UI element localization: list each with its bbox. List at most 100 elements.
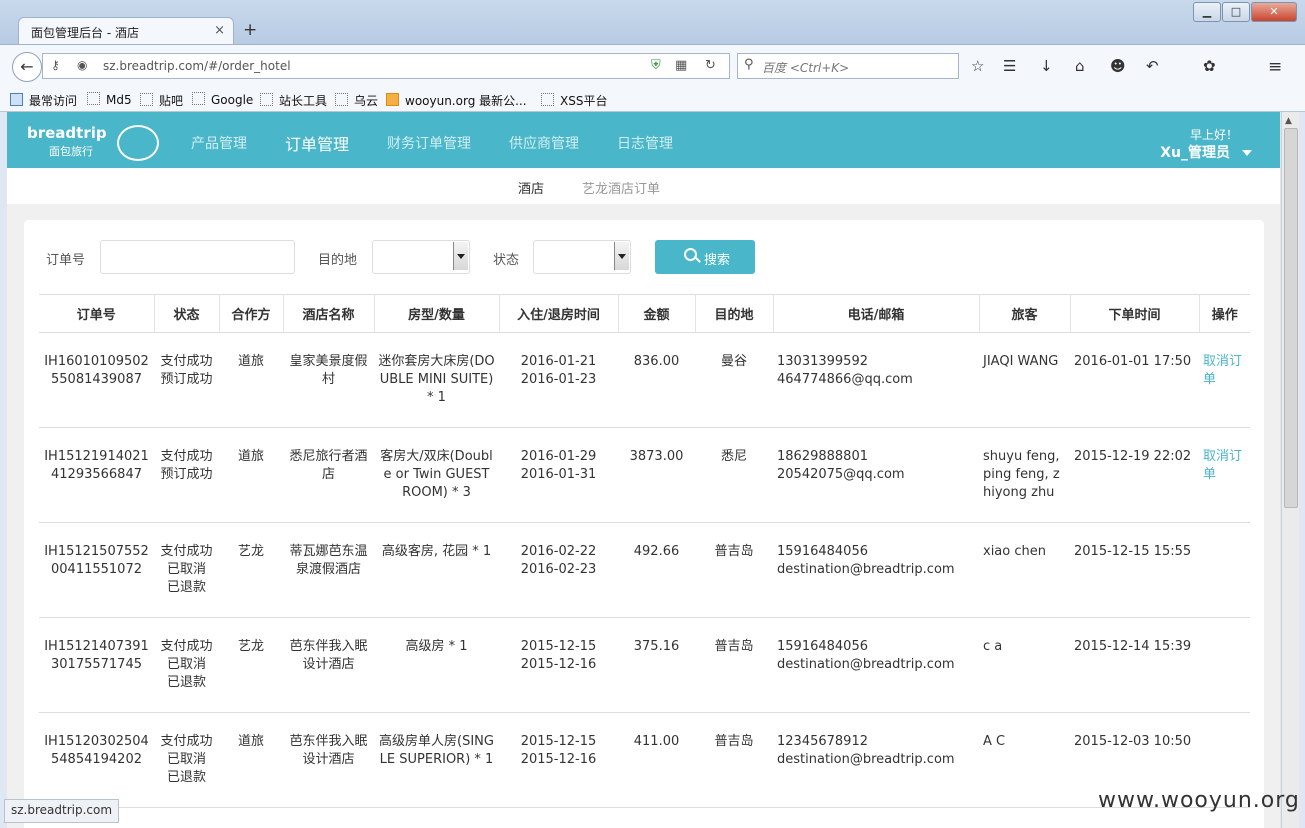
order-time: 2015-12-15 15:55 xyxy=(1070,522,1199,618)
window-controls: ▁ □ ✕ xyxy=(1192,2,1297,22)
bookmark-item[interactable]: 站长工具 xyxy=(260,92,327,109)
url-text[interactable]: sz.breadtrip.com/#/order_hotel xyxy=(103,59,291,73)
row-action xyxy=(1199,522,1250,618)
order-status: 支付成功 预订成功 xyxy=(154,332,219,428)
extension-icon[interactable]: ✿ xyxy=(1203,57,1216,75)
stay-dates: 2016-02-22 2016-02-23 xyxy=(499,522,618,618)
amount: 375.16 xyxy=(618,617,695,713)
contact: 18629888801 20542075@qq.com xyxy=(773,427,979,523)
undo-icon[interactable]: ↶ xyxy=(1146,57,1159,75)
order-no: IH1512140739130175571745 xyxy=(39,617,154,713)
nav-orders[interactable]: 订单管理 xyxy=(285,131,349,155)
partner: 道旅 xyxy=(219,427,283,523)
col-room: 房型/数量 xyxy=(374,294,500,333)
browser-search-placeholder: 百度 <Ctrl+K> xyxy=(762,61,850,75)
order-time: 2015-12-14 15:39 xyxy=(1070,617,1199,713)
star-icon[interactable]: ☆ xyxy=(971,57,984,75)
page-viewport: breadtrip 面包旅行 产品管理 订单管理 财务订单管理 供应商管理 日志… xyxy=(7,112,1280,828)
breadtrip-logo[interactable]: breadtrip 面包旅行 xyxy=(27,124,159,161)
menu-icon[interactable]: ≡ xyxy=(1268,57,1282,77)
back-arrow-icon[interactable]: ← xyxy=(12,52,42,82)
order-no-label: 订单号 xyxy=(46,253,86,268)
bookmark-item[interactable]: 贴吧 xyxy=(140,92,183,109)
guest: shuyu feng, ping feng, zhiyong zhu xyxy=(979,427,1070,523)
order-status: 支付成功 已取消 已退款 xyxy=(154,522,219,618)
maximize-button[interactable]: □ xyxy=(1222,2,1250,22)
chevron-down-icon[interactable] xyxy=(1242,150,1252,156)
orders-card: 订单号 目的地 状态 搜索 订单号 状态 合作方 酒店名称 房型/数量 入住/退… xyxy=(24,220,1264,828)
destination-select[interactable] xyxy=(372,240,470,274)
url-bar[interactable]: ⚷ ◉ sz.breadtrip.com/#/order_hotel ⛨ ▦ ↻ xyxy=(42,53,730,79)
amount: 836.00 xyxy=(618,332,695,428)
search-icon: ⚲ xyxy=(744,57,754,72)
bookmark-item[interactable]: 最常访问 xyxy=(10,92,77,109)
order-status: 支付成功 预订成功 xyxy=(154,427,219,523)
order-time: 2016-01-01 17:50 xyxy=(1070,332,1199,428)
col-amount: 金额 xyxy=(618,294,696,333)
qr-icon[interactable]: ▦ xyxy=(675,58,687,73)
contact: 12345678912 destination@breadtrip.com xyxy=(773,712,979,808)
sub-navigation: 酒店 艺龙酒店订单 xyxy=(7,168,1280,204)
guest: JIAQI WANG xyxy=(979,332,1070,428)
bookmark-item[interactable]: XSS平台 xyxy=(541,92,607,109)
partner: 艺龙 xyxy=(219,617,283,713)
destination: 普吉岛 xyxy=(695,522,773,618)
close-window-button[interactable]: ✕ xyxy=(1251,2,1297,22)
tab-close-icon[interactable]: × xyxy=(214,23,225,38)
table-header-row: 订单号 状态 合作方 酒店名称 房型/数量 入住/退房时间 金额 目的地 电话/… xyxy=(39,294,1250,333)
table-row: IH1512140739130175571745 支付成功 已取消 已退款 艺龙 芭… xyxy=(39,617,1250,713)
download-icon[interactable]: ↓ xyxy=(1040,57,1053,75)
order-no: IH1601010950255081439087 xyxy=(39,332,154,428)
app-header: breadtrip 面包旅行 产品管理 订单管理 财务订单管理 供应商管理 日志… xyxy=(7,112,1280,168)
scroll-thumb[interactable] xyxy=(1284,128,1298,508)
cancel-order-link[interactable]: 取消订单 xyxy=(1203,354,1242,387)
chevron-down-icon xyxy=(453,242,468,270)
search-button[interactable]: 搜索 xyxy=(655,240,755,274)
browser-tab[interactable]: 面包管理后台 - 酒店 × xyxy=(18,17,234,45)
reload-icon[interactable]: ↻ xyxy=(705,58,716,73)
greeting: 早上好！ xyxy=(1189,128,1238,142)
nav-product[interactable]: 产品管理 xyxy=(191,133,247,153)
status-select[interactable] xyxy=(533,240,631,274)
tab-elong-orders[interactable]: 艺龙酒店订单 xyxy=(582,178,660,197)
shield-icon[interactable]: ⛨ xyxy=(651,58,661,73)
bookmark-item[interactable]: Md5 xyxy=(87,92,132,107)
room-type: 客房大/双床(Double or Twin GUEST ROOM) * 3 xyxy=(374,427,499,523)
nav-finance-orders[interactable]: 财务订单管理 xyxy=(387,133,471,153)
stay-dates: 2016-01-29 2016-01-31 xyxy=(499,427,618,523)
bookmark-item[interactable]: 乌云 xyxy=(335,92,378,109)
minimize-button[interactable]: ▁ xyxy=(1193,2,1221,22)
order-status: 支付成功 已取消 已退款 xyxy=(154,617,219,713)
room-type: 高级房单人房(SINGLE SUPERIOR) * 1 xyxy=(374,712,499,808)
scroll-up-icon[interactable]: ▲ xyxy=(1285,116,1292,126)
destination: 普吉岛 xyxy=(695,617,773,713)
cancel-order-link[interactable]: 取消订单 xyxy=(1203,449,1242,482)
watermark: www.wooyun.org xyxy=(1098,788,1300,813)
page-scrollbar[interactable]: ▲ xyxy=(1281,112,1299,828)
hotel-name: 悉尼旅行者酒店 xyxy=(283,427,374,523)
new-tab-button[interactable]: + xyxy=(243,20,257,40)
partner: 艺龙 xyxy=(219,522,283,618)
bookmark-item[interactable]: wooyun.org 最新公... xyxy=(386,92,527,109)
nav-suppliers[interactable]: 供应商管理 xyxy=(509,133,579,153)
table-row: IH1601010950255081439087 支付成功 预订成功 道旅 皇家美… xyxy=(39,332,1250,428)
nav-logs[interactable]: 日志管理 xyxy=(617,133,673,153)
tab-title: 面包管理后台 - 酒店 xyxy=(31,26,139,40)
tab-hotel[interactable]: 酒店 xyxy=(518,178,544,197)
order-no-input[interactable] xyxy=(100,240,295,274)
destination: 普吉岛 xyxy=(695,712,773,808)
order-time: 2015-12-19 22:02 xyxy=(1070,427,1199,523)
row-action: 取消订单 xyxy=(1199,332,1250,428)
room-type: 高级房 * 1 xyxy=(374,617,499,713)
table-row: IH1512030250454854194202 支付成功 已取消 已退款 道旅 芭… xyxy=(39,712,1250,808)
chat-icon[interactable]: ☻ xyxy=(1110,57,1126,75)
bookmark-item[interactable]: Google xyxy=(192,92,253,107)
user-menu[interactable]: Xu_管理员 xyxy=(1160,142,1230,162)
browser-search-bar[interactable]: ⚲ 百度 <Ctrl+K> xyxy=(737,53,959,79)
stay-dates: 2016-01-21 2016-01-23 xyxy=(499,332,618,428)
col-order-time: 下单时间 xyxy=(1070,294,1200,333)
reader-icon[interactable]: ☰ xyxy=(1003,57,1016,75)
contact: 15916484056 destination@breadtrip.com xyxy=(773,617,979,713)
stay-dates: 2015-12-15 2015-12-16 xyxy=(499,712,618,808)
home-icon[interactable]: ⌂ xyxy=(1075,57,1085,75)
